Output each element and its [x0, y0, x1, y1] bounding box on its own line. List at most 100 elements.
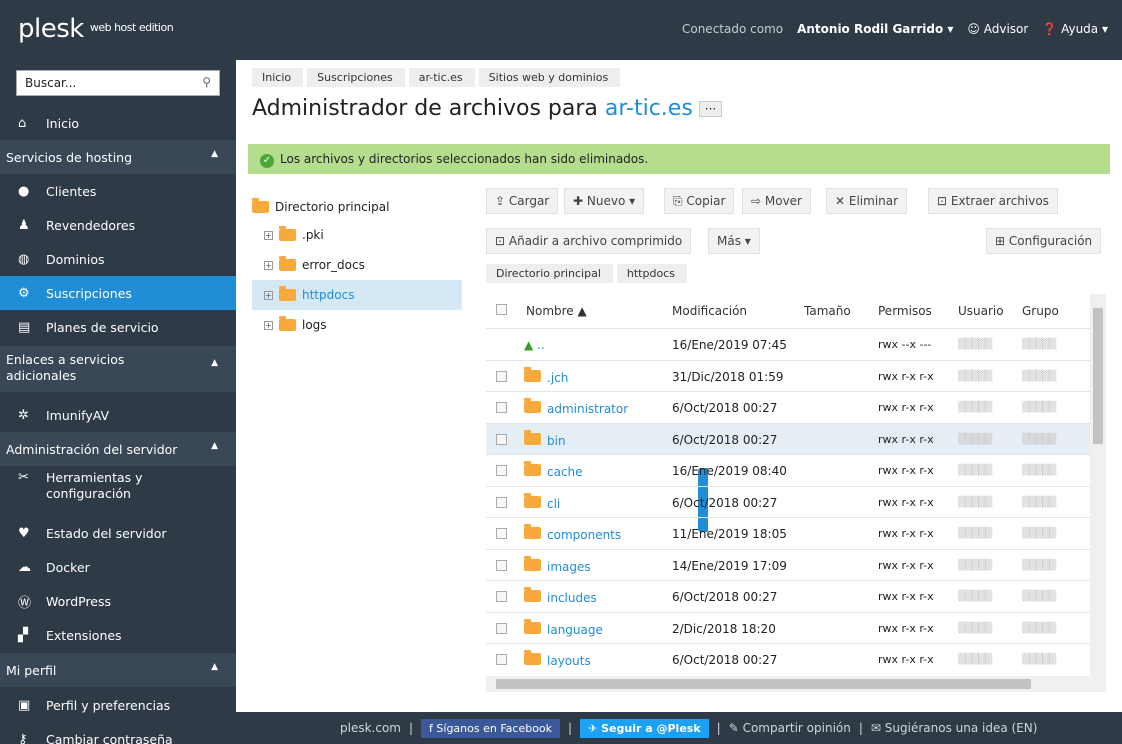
more-actions-button[interactable]: Más ▾	[708, 228, 760, 254]
col-user[interactable]: Usuario	[958, 304, 1004, 318]
facebook-button[interactable]: f Síganos en Facebook	[421, 718, 561, 738]
sidebar-item-planes[interactable]: ▤ Planes de servicio	[0, 310, 236, 344]
archive-icon: ⊡	[495, 234, 509, 248]
new-button[interactable]: ✚ Nuevo ▾	[564, 188, 645, 214]
table-row[interactable]: .jch 31/Dic/2018 01:59 rwx r-x r-x ▒▒▒▒▒ ▒▒▒…	[486, 359, 1090, 392]
col-size[interactable]: Tamaño	[804, 304, 851, 318]
row-checkbox[interactable]	[496, 402, 507, 413]
row-checkbox[interactable]	[496, 622, 507, 634]
file-name[interactable]: ▲ ..	[524, 338, 545, 352]
help-menu[interactable]: ❓ Ayuda ▾	[1042, 22, 1108, 36]
section-hosting[interactable]: Servicios de hosting ▲	[0, 140, 236, 174]
file-name[interactable]: images	[524, 555, 591, 574]
row-checkbox[interactable]	[496, 654, 507, 665]
domain-link[interactable]: ar-tic.es	[605, 96, 693, 121]
table-row[interactable]: cli 6/Oct/2018 00:27 rwx r-x r-x ▒▒▒▒▒ ▒▒▒▒▒	[486, 485, 1090, 518]
tree-item-selected[interactable]: + httpdocs	[252, 280, 462, 310]
scroll-thumb[interactable]	[496, 679, 1031, 689]
table-row[interactable]: cache 16/Ene/2019 08:40 rwx r-x r-x ▒▒▒▒▒ ▒▒…	[486, 454, 1090, 486]
table-row[interactable]: includes 6/Oct/2018 00:27 rwx r-x r-x ▒▒▒▒▒…	[486, 580, 1090, 612]
search-icon[interactable]: ⚲	[202, 75, 211, 89]
row-checkbox[interactable]	[496, 496, 507, 508]
tree-item[interactable]: + logs	[252, 310, 327, 340]
extract-button[interactable]: ⊡ Extraer archivos	[928, 188, 1058, 214]
col-permissions[interactable]: Permisos	[878, 304, 932, 318]
tree-root[interactable]: Directorio principal	[252, 192, 389, 222]
breadcrumb-item[interactable]: ar-tic.es	[408, 68, 475, 87]
table-row[interactable]: bin 6/Oct/2018 00:27 rwx r-x r-x ▒▒▒▒▒ ▒▒▒▒▒	[486, 422, 1090, 455]
expand-icon[interactable]: +	[264, 320, 273, 330]
sidebar-item-docker[interactable]: ☁ Docker	[0, 550, 236, 584]
file-name[interactable]: .jch	[524, 366, 568, 385]
sidebar-item-revendedores[interactable]: ♟ Revendedores	[0, 208, 236, 242]
sidebar-item-extensiones[interactable]: ▞ Extensiones	[0, 618, 236, 652]
scroll-thumb[interactable]	[1093, 308, 1103, 444]
col-group[interactable]: Grupo	[1022, 304, 1059, 318]
row-checkbox[interactable]	[496, 465, 507, 476]
more-button[interactable]: ···	[698, 101, 723, 117]
expand-icon[interactable]: +	[264, 230, 273, 240]
sidebar-item-perfil[interactable]: ▣ Perfil y preferencias	[0, 688, 236, 722]
breadcrumb-item[interactable]: Suscripciones	[307, 68, 405, 87]
user-menu[interactable]: Antonio Rodil Garrido ▾	[797, 22, 953, 36]
table-row[interactable]: components 11/Ene/2019 18:05 rwx r-x r-x ▒▒…	[486, 517, 1090, 549]
table-row[interactable]: images 14/Ene/2019 17:09 rwx r-x r-x ▒▒▒▒▒ ▒…	[486, 548, 1090, 581]
sidebar-item-contrasena[interactable]: ⚷ Cambiar contraseña	[0, 722, 236, 744]
section-admin[interactable]: Administración del servidor ▲	[0, 432, 236, 466]
feedback-link[interactable]: ✎ Compartir opinión	[729, 721, 851, 735]
sidebar-item-estado[interactable]: ♥ Estado del servidor	[0, 516, 236, 550]
tree-item[interactable]: + error_docs	[252, 250, 365, 280]
file-name[interactable]: layouts	[524, 650, 591, 668]
section-perfil[interactable]: Mi perfil ▲	[0, 653, 236, 687]
sidebar-item-herramientas[interactable]: ✂ Herramientas y configuración	[0, 470, 236, 514]
tree-item[interactable]: + .pki	[252, 220, 324, 250]
twitter-button[interactable]: ✈ Seguir a @Plesk	[580, 718, 709, 738]
file-name[interactable]: language	[524, 618, 603, 637]
sidebar-item-suscripciones[interactable]: ⚙ Suscripciones	[0, 276, 236, 310]
advisor-link[interactable]: ☺ Advisor	[967, 22, 1028, 36]
col-modified[interactable]: Modificación	[672, 304, 747, 318]
expand-icon[interactable]: +	[264, 290, 273, 300]
select-all-checkbox[interactable]	[496, 304, 507, 315]
row-checkbox[interactable]	[496, 370, 507, 382]
file-name[interactable]: components	[524, 524, 621, 542]
copy-button[interactable]: ⎘ Copiar	[664, 188, 735, 214]
vertical-scrollbar[interactable]	[1090, 294, 1106, 676]
path-item[interactable]: Directorio principal	[486, 264, 613, 283]
table-row[interactable]: administrator 6/Oct/2018 00:27 rwx r-x r-x…	[486, 391, 1090, 423]
row-checkbox[interactable]	[496, 591, 507, 602]
table-row[interactable]: layouts 6/Oct/2018 00:27 rwx r-x r-x ▒▒▒▒▒ ▒…	[486, 643, 1090, 675]
horizontal-scrollbar[interactable]	[486, 676, 1106, 692]
plesk-link[interactable]: plesk.com	[340, 721, 401, 735]
expand-icon[interactable]: +	[264, 260, 273, 270]
add-archive-button[interactable]: ⊡ Añadir a archivo comprimido	[486, 228, 692, 254]
sidebar-item-clientes[interactable]: ● Clientes	[0, 174, 236, 208]
table-row[interactable]: ▲ .. 16/Ene/2019 07:45 rwx --x --- ▒▒▒▒▒ ▒▒▒…	[486, 328, 1090, 360]
search-input[interactable]: Buscar... ⚲	[16, 70, 220, 96]
sidebar-item-wordpress[interactable]: Ⓦ WordPress	[0, 584, 236, 618]
file-name[interactable]: cache	[524, 461, 583, 479]
delete-button[interactable]: ✕ Eliminar	[826, 188, 908, 214]
sidebar-item-inicio[interactable]: ⌂ Inicio	[0, 106, 236, 140]
table-row[interactable]: language 2/Dic/2018 18:20 rwx r-x r-x ▒▒▒▒▒…	[486, 611, 1090, 644]
table-header: Nombre ▲ Modificación Tamaño Permisos Us…	[486, 294, 1090, 328]
file-name[interactable]: includes	[524, 587, 597, 605]
breadcrumb-item[interactable]: Sitios web y dominios	[478, 68, 621, 87]
sidebar-item-imunify[interactable]: ✲ ImunifyAV	[0, 398, 236, 432]
path-item[interactable]: httpdocs	[616, 264, 687, 283]
plesk-logo[interactable]: plesk web host edition	[18, 14, 174, 44]
move-button[interactable]: ⇨ Mover	[742, 188, 811, 214]
file-name[interactable]: administrator	[524, 398, 628, 416]
file-name[interactable]: cli	[524, 492, 560, 511]
upload-button[interactable]: ⇪ Cargar	[486, 188, 559, 214]
breadcrumb-item[interactable]: Inicio	[252, 68, 304, 87]
row-checkbox[interactable]	[496, 433, 507, 445]
col-name[interactable]: Nombre ▲	[526, 304, 587, 318]
section-enlaces[interactable]: Enlaces a servicios adicionales ▲	[0, 346, 236, 392]
sidebar-item-dominios[interactable]: ◍ Dominios	[0, 242, 236, 276]
settings-button[interactable]: ⊞ Configuración	[986, 228, 1102, 254]
idea-link[interactable]: ✉ Sugiéranos una idea (EN)	[871, 721, 1038, 735]
file-name[interactable]: bin	[524, 429, 566, 448]
row-checkbox[interactable]	[496, 559, 507, 571]
row-checkbox[interactable]	[496, 528, 507, 539]
